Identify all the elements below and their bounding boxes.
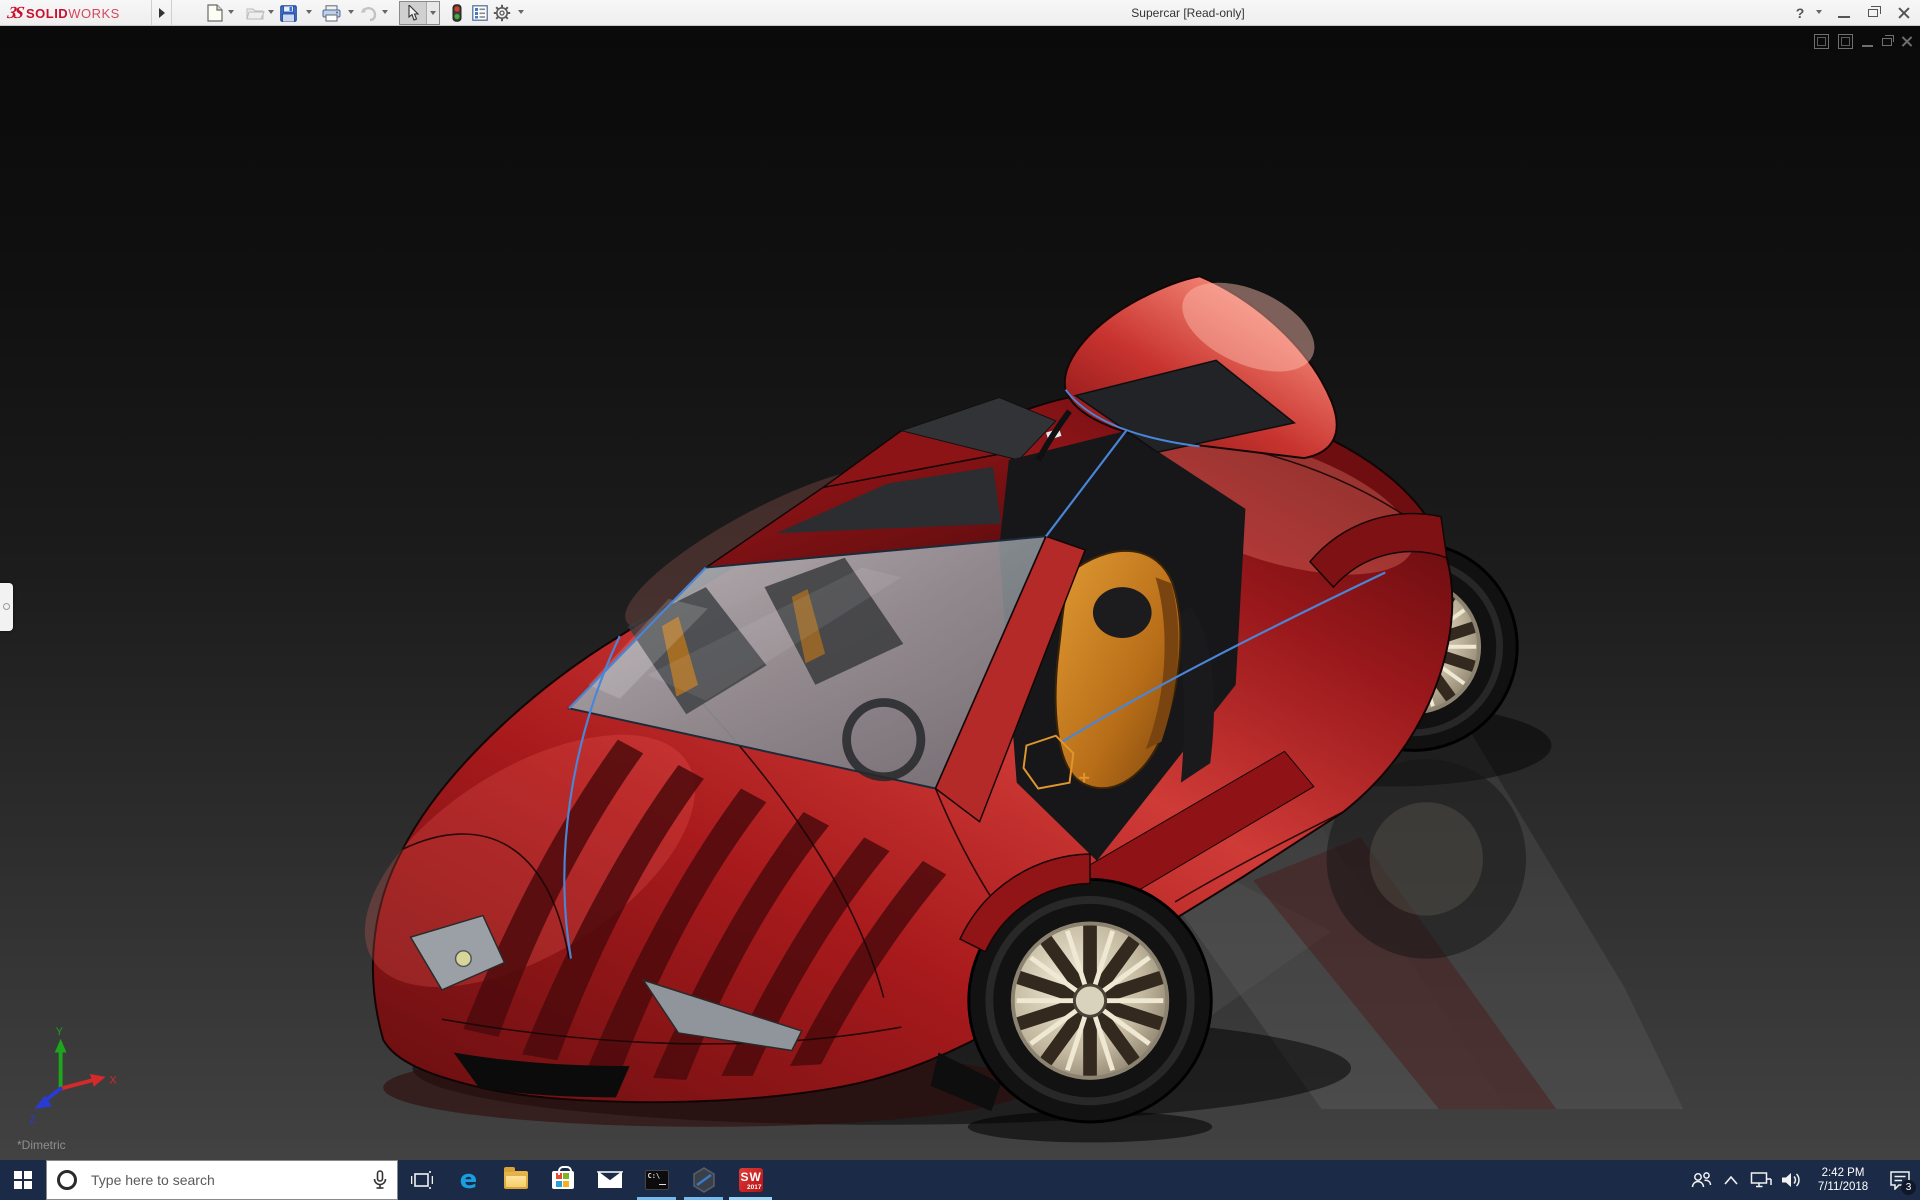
people-button[interactable]: [1686, 1160, 1716, 1200]
task-view-button[interactable]: [398, 1160, 445, 1200]
chevron-up-icon: [1724, 1176, 1738, 1185]
search-placeholder: Type here to search: [91, 1172, 373, 1188]
open-button[interactable]: [245, 3, 265, 23]
open-folder-icon: [246, 5, 265, 21]
options-gear-icon: [493, 4, 511, 22]
people-icon: [1690, 1171, 1712, 1189]
window-title: Supercar [Read-only]: [1058, 0, 1318, 26]
command-prompt-icon: C:\: [645, 1170, 669, 1190]
network-button[interactable]: [1746, 1160, 1776, 1200]
new-document-dropdown[interactable]: [228, 10, 236, 18]
select-tool-button[interactable]: [400, 2, 426, 24]
tray-date: 7/11/2018: [1806, 1180, 1880, 1194]
clock[interactable]: 2:42 PM 7/11/2018: [1806, 1166, 1880, 1194]
flyout-arrow-icon: [159, 8, 165, 18]
save-icon: [280, 5, 297, 22]
select-tool-group: [399, 1, 440, 25]
select-tool-dropdown[interactable]: [426, 2, 439, 24]
restore-icon: [1868, 9, 1878, 17]
taskbar-item-cmd[interactable]: C:\: [633, 1160, 680, 1200]
taskbar-item-mail[interactable]: [586, 1160, 633, 1200]
store-icon: [552, 1171, 574, 1189]
close-icon: [1898, 7, 1910, 19]
supercar-model[interactable]: Y X Z: [0, 26, 1920, 1160]
solidworks-logo: 3S SOLIDWORKS: [0, 0, 152, 26]
edge-icon: e: [460, 1165, 478, 1195]
menu-flyout-button[interactable]: [152, 0, 172, 26]
taskbar-item-solidworks[interactable]: SW2017: [727, 1160, 774, 1200]
print-button[interactable]: [321, 3, 341, 23]
undo-icon: [359, 6, 377, 21]
undo-button[interactable]: [358, 3, 378, 23]
volume-icon: [1780, 1171, 1802, 1189]
start-button[interactable]: [0, 1160, 46, 1200]
volume-button[interactable]: [1776, 1160, 1806, 1200]
svg-text:Z: Z: [29, 1114, 36, 1126]
print-dropdown[interactable]: [348, 10, 356, 18]
solidworks-2017-icon: SW2017: [739, 1168, 763, 1192]
brand-text: SOLIDWORKS: [26, 6, 120, 21]
tray-time: 2:42 PM: [1806, 1166, 1880, 1180]
microphone-icon[interactable]: [373, 1170, 387, 1190]
open-dropdown[interactable]: [268, 10, 276, 18]
notification-badge: 3: [1901, 1180, 1916, 1195]
svg-text:Y: Y: [56, 1026, 63, 1038]
search-box[interactable]: Type here to search: [46, 1160, 398, 1200]
help-dropdown[interactable]: [1816, 10, 1824, 18]
hidden-icons-button[interactable]: [1716, 1160, 1746, 1200]
orientation-triad[interactable]: Y X Z: [29, 1026, 116, 1126]
file-properties-icon: [472, 5, 488, 21]
minimize-icon: [1838, 16, 1850, 18]
cortana-icon: [57, 1170, 77, 1190]
titlebar: 3S SOLIDWORKS: [0, 0, 1920, 26]
select-cursor-icon: [407, 5, 420, 21]
save-dropdown[interactable]: [306, 10, 314, 18]
rebuild-button[interactable]: [447, 3, 467, 23]
file-properties-button[interactable]: [470, 3, 490, 23]
action-center-button[interactable]: 3: [1880, 1160, 1920, 1200]
taskbar: Type here to search e C:\: [0, 1160, 1920, 1200]
minimize-button[interactable]: [1830, 0, 1858, 26]
windows-logo-icon: [14, 1171, 32, 1189]
file-explorer-icon: [504, 1171, 528, 1189]
rebuild-traffic-light-icon: [452, 4, 462, 22]
options-dropdown[interactable]: [518, 10, 526, 18]
network-icon: [1750, 1171, 1772, 1189]
print-icon: [322, 5, 341, 22]
task-view-icon: [411, 1170, 433, 1190]
new-document-button[interactable]: [205, 3, 225, 23]
taskbar-item-composer[interactable]: [680, 1160, 727, 1200]
dassault-3s-logo-icon: 3S: [6, 3, 24, 23]
graphics-viewport[interactable]: Y X Z *Dimetric: [0, 26, 1920, 1160]
options-button[interactable]: [492, 3, 512, 23]
new-document-icon: [207, 4, 223, 22]
close-button[interactable]: [1890, 0, 1918, 26]
svg-text:X: X: [109, 1075, 116, 1087]
undo-dropdown[interactable]: [382, 10, 390, 18]
restore-button[interactable]: [1859, 0, 1887, 26]
mail-icon: [597, 1171, 623, 1189]
view-orientation-label: *Dimetric: [17, 1138, 66, 1152]
taskbar-item-edge[interactable]: e: [445, 1160, 492, 1200]
taskbar-item-file-explorer[interactable]: [492, 1160, 539, 1200]
help-button[interactable]: ?: [1786, 0, 1814, 26]
taskbar-item-store[interactable]: [539, 1160, 586, 1200]
save-button[interactable]: [278, 3, 298, 23]
system-tray: 2:42 PM 7/11/2018 3: [1686, 1160, 1920, 1200]
composer-hexagon-icon: [691, 1167, 717, 1193]
